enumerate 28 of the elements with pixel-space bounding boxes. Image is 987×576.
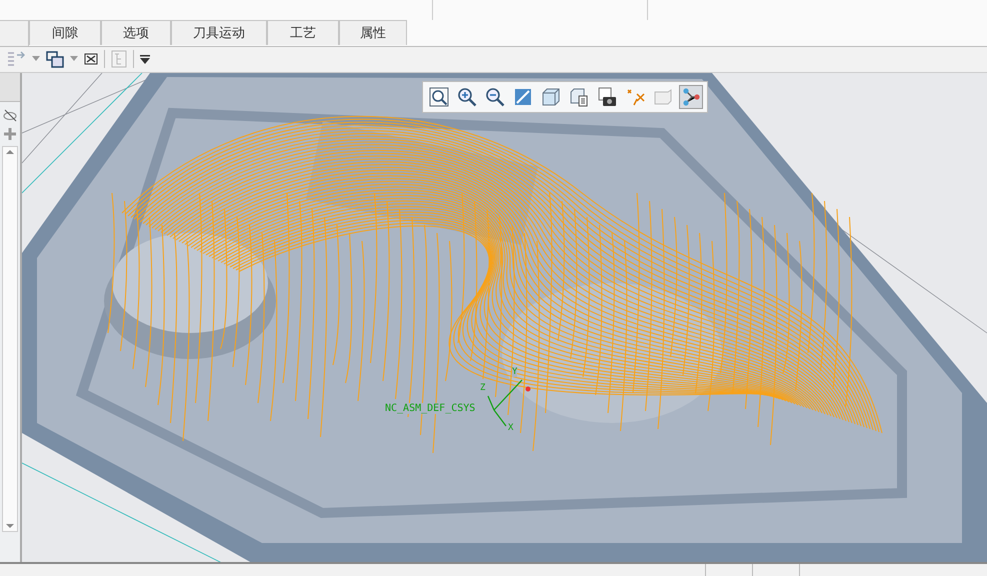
repaint-icon	[513, 86, 533, 107]
tab[interactable]: 刀具运动	[171, 20, 267, 45]
saved-views-icon	[569, 86, 589, 107]
list-arrows-icon[interactable]	[6, 50, 26, 68]
cube-icon	[541, 86, 561, 107]
eye-hidden-icon[interactable]	[3, 108, 17, 122]
zoom-in-icon	[457, 86, 477, 107]
tab[interactable]: 工艺	[267, 20, 339, 45]
tab[interactable]: 间隙	[29, 20, 101, 45]
view-tool-button[interactable]	[679, 84, 703, 109]
datum-display-icon	[625, 86, 645, 107]
axis-label: X	[508, 422, 514, 433]
coordinate-system-label: NC_ASM_DEF_CSYS	[384, 402, 476, 414]
axis-label: Z	[480, 382, 486, 393]
zoom-fit-icon	[429, 86, 449, 107]
tab[interactable]: 属性	[339, 20, 407, 45]
camera-icon	[597, 86, 617, 107]
view-tool-button[interactable]	[427, 84, 451, 109]
plus-icon[interactable]	[4, 128, 16, 140]
note-icon	[653, 86, 673, 107]
zoom-out-icon	[485, 86, 505, 107]
close-icon[interactable]	[84, 53, 98, 66]
scrollbar[interactable]	[2, 146, 18, 532]
caret-icon[interactable]	[140, 54, 150, 64]
toolpath-icon	[681, 86, 701, 107]
axis-label: Y	[512, 366, 518, 377]
frames-icon[interactable]	[46, 50, 64, 68]
tab[interactable]: 选项	[101, 20, 171, 45]
